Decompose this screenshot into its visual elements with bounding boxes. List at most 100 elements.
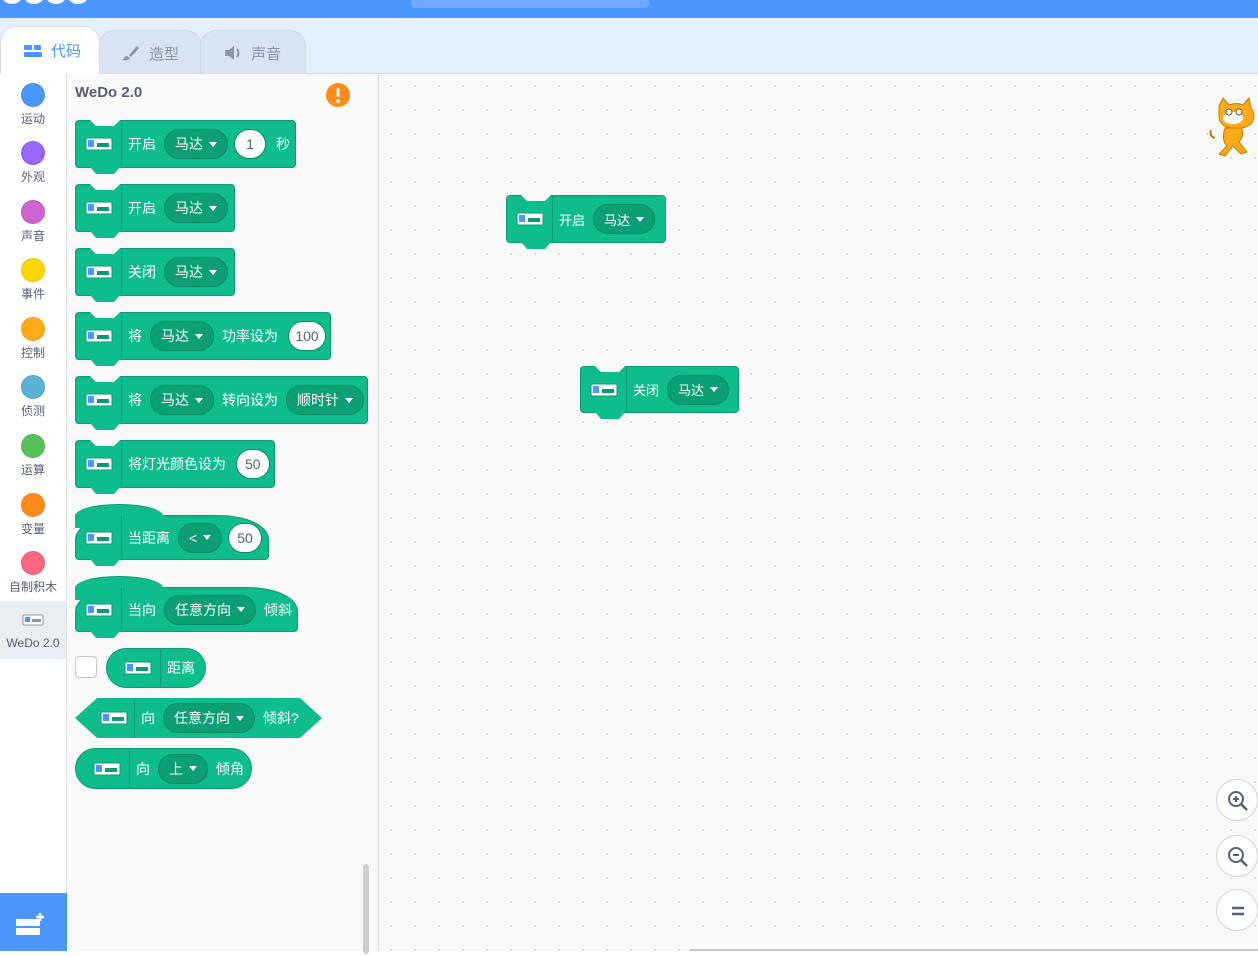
dropdown-value: < [189, 529, 198, 546]
wedo-icon [100, 709, 128, 727]
motor-dropdown[interactable]: 马达 [164, 193, 228, 223]
wedo-icon [93, 762, 120, 775]
add-extension-icon [16, 913, 44, 935]
category-sensing[interactable]: 侦测 [0, 366, 66, 424]
project-title-input[interactable] [411, 0, 649, 8]
caret-down-icon [209, 205, 217, 211]
dropdown-value: 马达 [175, 136, 203, 152]
tilt-direction-dropdown[interactable]: 任意方向 [163, 703, 255, 733]
block-distance-reporter[interactable]: 距离 [106, 648, 206, 688]
tab-code-label: 代码 [51, 43, 82, 60]
variables-color-dot [21, 493, 45, 517]
tab-sounds[interactable]: 声音 [200, 30, 306, 75]
block-motor-on[interactable]: 开启 马达 [75, 184, 235, 238]
tab-costumes[interactable]: 造型 [98, 30, 202, 75]
operators-color-dot [21, 434, 45, 458]
dropdown-value: 上 [169, 760, 183, 777]
tab-code[interactable]: 代码 [0, 26, 100, 74]
motor-dropdown[interactable]: 马达 [150, 385, 214, 415]
motor-dropdown[interactable]: 马达 [164, 257, 228, 287]
wedo-icon [85, 329, 112, 343]
block-set-motor-power[interactable]: 将 马达 功率设为 100 [75, 312, 331, 366]
power-input[interactable]: 100 [288, 321, 326, 351]
block-text: 倾斜? [263, 710, 299, 726]
motor-dropdown[interactable]: 马达 [593, 204, 656, 234]
zoom-reset-button[interactable] [1216, 889, 1258, 931]
comparison-dropdown[interactable]: < [178, 522, 223, 553]
seconds-input[interactable]: 1 [234, 129, 266, 159]
category-label: 运动 [20, 112, 45, 126]
block-text: 转向设为 [222, 392, 278, 408]
tilt-direction-dropdown[interactable]: 任意方向 [164, 594, 256, 625]
block-text: 关闭 [128, 264, 156, 280]
palette-heading: WeDo 2.0 [75, 84, 143, 101]
wedo-icon [22, 614, 44, 626]
category-wedo[interactable]: WeDo 2.0 [0, 601, 66, 659]
category-label: 侦测 [20, 404, 45, 418]
block-is-tilted[interactable]: 向 任意方向 倾斜? [75, 698, 322, 738]
caret-down-icon [195, 397, 203, 403]
caret-down-icon [636, 216, 645, 222]
category-menu: 运动 外观 声音 事件 控制 侦测 运算 变量 自制积木 WeDo 2.0 [0, 74, 67, 894]
color-input[interactable]: 50 [236, 449, 270, 479]
caret-down-icon [237, 607, 245, 612]
wedo-icon [85, 201, 112, 215]
motor-dropdown[interactable]: 马达 [667, 374, 730, 405]
zoom-reset-icon [1232, 906, 1244, 916]
category-motion[interactable]: 运动 [0, 74, 66, 132]
block-set-motor-direction[interactable]: 将 马达 转向设为 顺时针 [75, 376, 368, 430]
category-control[interactable]: 控制 [0, 308, 66, 366]
add-extension-button[interactable] [0, 893, 67, 951]
wedo-icon [85, 603, 112, 616]
block-set-light-color[interactable]: 将灯光颜色设为 50 [75, 440, 275, 494]
direction-dropdown[interactable]: 顺时针 [286, 385, 364, 415]
category-sound[interactable]: 声音 [0, 191, 66, 249]
category-operators[interactable]: 运算 [0, 425, 66, 483]
block-text: 当向 [128, 601, 156, 618]
zoom-out-icon [1228, 847, 1248, 867]
category-label: 变量 [20, 522, 45, 536]
motor-dropdown[interactable]: 马达 [150, 321, 214, 351]
control-color-dot [21, 317, 45, 341]
block-motor-off[interactable]: 关闭 马达 [75, 248, 235, 302]
distance-input[interactable]: 50 [228, 522, 262, 553]
block-tilt-angle[interactable]: 向 上 倾角 [75, 748, 252, 789]
distance-monitor-checkbox[interactable] [75, 656, 97, 678]
dropdown-value: 顺时针 [297, 392, 339, 408]
caret-down-icon [209, 141, 217, 147]
block-when-tilted[interactable]: 当向 任意方向 倾斜 [75, 576, 298, 638]
dropdown-value: 马达 [161, 392, 189, 408]
wedo-icon [85, 457, 112, 471]
block-text: 功率设为 [222, 328, 278, 344]
caret-down-icon [203, 535, 212, 540]
zoom-in-button[interactable] [1216, 779, 1258, 821]
motor-dropdown[interactable]: 马达 [164, 129, 228, 159]
wedo-icon [590, 383, 617, 396]
wedo-icon [85, 137, 112, 151]
block-text: 向 [136, 760, 150, 777]
dropdown-value: 马达 [161, 328, 189, 344]
block-motor-on-for-seconds[interactable]: 开启 马达 1 秒 [75, 120, 296, 174]
block-text: 倾角 [216, 760, 244, 777]
category-looks[interactable]: 外观 [0, 132, 66, 190]
tilt-direction-dropdown[interactable]: 上 [158, 753, 208, 784]
workspace-block-motor-on[interactable]: 开启 马达 [506, 195, 666, 249]
category-events[interactable]: 事件 [0, 249, 66, 307]
category-label: 自制积木 [8, 580, 57, 594]
block-when-distance[interactable]: 当距离 < 50 [75, 504, 269, 566]
scratch-logo-icon[interactable] [0, 0, 96, 6]
palette-scrollbar[interactable] [363, 864, 369, 954]
block-text: 秒 [276, 136, 290, 152]
category-label: 运算 [20, 463, 45, 477]
events-color-dot [21, 258, 45, 282]
warning-icon[interactable] [325, 82, 351, 108]
category-label: 声音 [20, 229, 45, 243]
zoom-out-button[interactable] [1216, 835, 1258, 877]
category-my-blocks[interactable]: 自制积木 [0, 542, 66, 600]
workspace-block-motor-off[interactable]: 关闭 马达 [580, 366, 739, 419]
looks-color-dot [21, 141, 45, 165]
caret-down-icon [710, 387, 719, 392]
category-variables[interactable]: 变量 [0, 484, 66, 542]
wedo-icon [85, 531, 112, 544]
wedo-icon [124, 661, 151, 675]
